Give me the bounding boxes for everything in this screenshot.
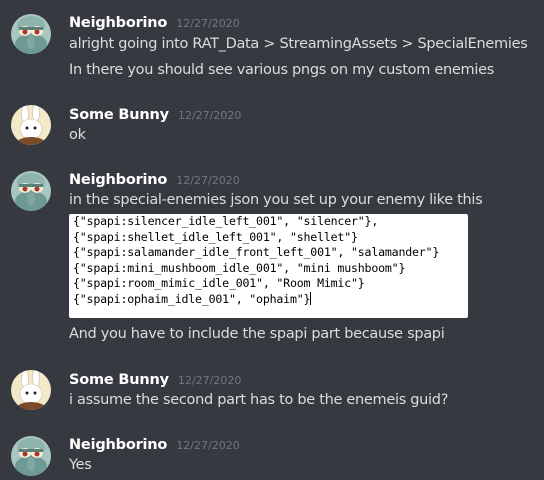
timestamp: 12/27/2020 xyxy=(176,439,240,452)
username[interactable]: Neighborino xyxy=(69,437,167,453)
timestamp: 12/27/2020 xyxy=(176,17,240,30)
username[interactable]: Neighborino xyxy=(69,15,167,31)
message-text: alright going into RAT_Data > StreamingA… xyxy=(69,36,528,52)
message-header: Neighborino 12/27/2020 xyxy=(69,12,240,31)
timestamp: 12/27/2020 xyxy=(177,109,242,122)
message-text: ok xyxy=(69,127,86,143)
code-line-last: {"spapi:ophaim_idle_001", "ophaim"} xyxy=(73,291,468,308)
message-text: in the special-enemies json you set up y… xyxy=(69,192,483,208)
code-line: {"spapi:salamander_idle_front_left_001",… xyxy=(73,245,440,260)
timestamp: 12/27/2020 xyxy=(177,374,242,387)
message-text: Yes xyxy=(69,457,92,473)
code-block[interactable]: {"spapi:silencer_idle_left_001", "silenc… xyxy=(69,214,468,318)
code-line: {"spapi:mini_mushboom_idle_001", "mini m… xyxy=(73,260,406,275)
code-line-text: {"spapi:ophaim_idle_001", "ophaim"} xyxy=(73,291,311,306)
squidward-avatar-icon[interactable] xyxy=(11,14,51,54)
code-line: {"spapi:silencer_idle_left_001", "silenc… xyxy=(73,214,379,228)
code-line: {"spapi:shellet_idle_left_001", "shellet… xyxy=(73,229,358,244)
code-line: {"spapi:room_mimic_idle_001", "Room Mimi… xyxy=(73,276,365,291)
bunny-avatar-icon[interactable] xyxy=(11,370,51,410)
bunny-avatar-icon[interactable] xyxy=(11,105,51,145)
message-header: Neighborino 12/27/2020 xyxy=(69,434,240,453)
username[interactable]: Some Bunny xyxy=(69,107,169,123)
message-text: In there you should see various pngs on … xyxy=(69,62,494,78)
message-header: Some Bunny 12/27/2020 xyxy=(69,369,241,388)
text-caret xyxy=(310,291,312,305)
squidward-avatar-icon[interactable] xyxy=(11,171,51,211)
message-header: Neighborino 12/27/2020 xyxy=(69,169,240,188)
squidward-avatar-icon[interactable] xyxy=(11,436,51,476)
message-text: i assume the second part has to be the e… xyxy=(69,392,449,408)
username[interactable]: Neighborino xyxy=(69,172,167,188)
message-text: And you have to include the spapi part b… xyxy=(69,326,445,342)
timestamp: 12/27/2020 xyxy=(176,174,240,187)
username[interactable]: Some Bunny xyxy=(69,372,169,388)
message-header: Some Bunny 12/27/2020 xyxy=(69,104,241,123)
